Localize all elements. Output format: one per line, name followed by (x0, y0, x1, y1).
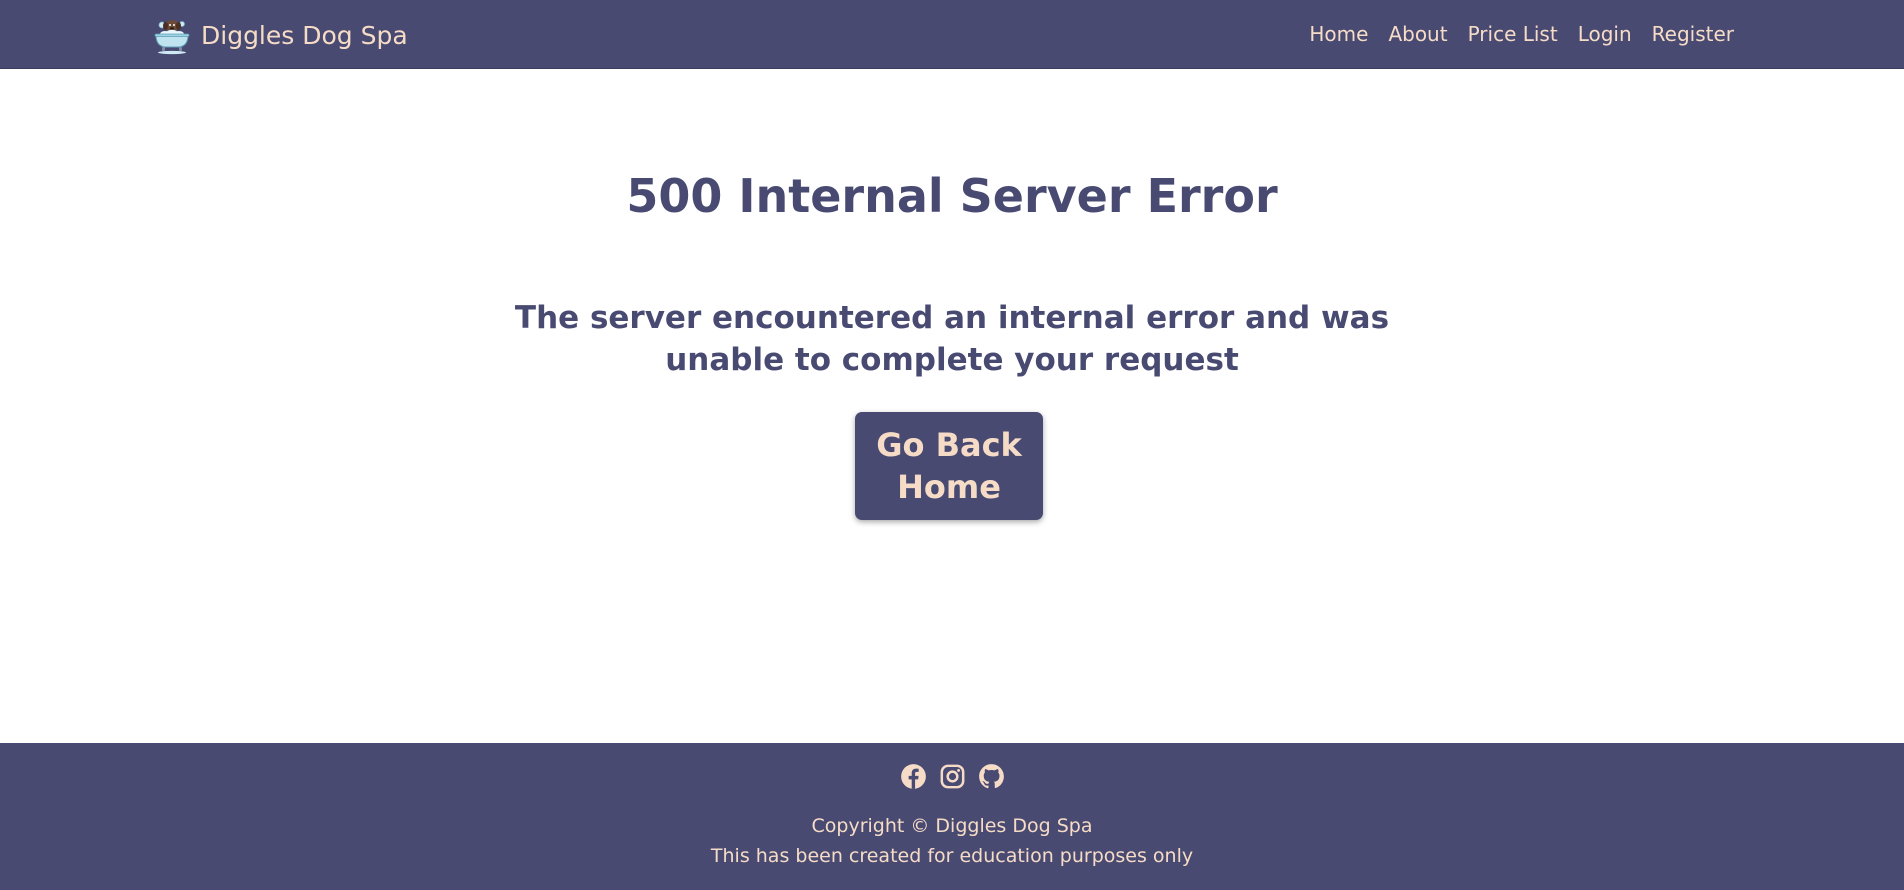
nav-link-price-list[interactable]: Price List (1468, 22, 1558, 46)
error-title: 500 Internal Server Error (626, 169, 1278, 223)
education-note: This has been created for education purp… (710, 845, 1194, 867)
nav-link-home[interactable]: Home (1309, 22, 1368, 46)
go-back-home-button[interactable]: Go Back Home (855, 412, 1043, 520)
brand-name: Diggles Dog Spa (201, 20, 408, 50)
instagram-link[interactable] (939, 763, 966, 790)
footer: Copyright © Diggles Dog Spa This has bee… (0, 743, 1904, 890)
main-content: 500 Internal Server Error The server enc… (0, 69, 1904, 743)
error-message: The server encountered an internal error… (514, 300, 1390, 378)
facebook-link[interactable] (900, 763, 927, 790)
nav-link-login[interactable]: Login (1578, 22, 1632, 46)
github-icon (978, 764, 1004, 789)
nav-link-about[interactable]: About (1388, 22, 1447, 46)
dog-in-bathtub-icon (154, 20, 190, 55)
nav-menu: Home About Price List Login Register (1289, 0, 1734, 68)
nav-link-register[interactable]: Register (1652, 22, 1734, 46)
copyright-text: Copyright © Diggles Dog Spa (811, 815, 1093, 837)
social-links (0, 763, 1904, 790)
instagram-icon (940, 764, 964, 789)
brand-link[interactable]: Diggles Dog Spa (153, 14, 408, 56)
go-back-home-label: Go Back Home (876, 426, 1022, 506)
github-link[interactable] (978, 763, 1005, 790)
navbar: Diggles Dog Spa Home About Price List Lo… (0, 0, 1904, 69)
facebook-icon (900, 764, 926, 789)
